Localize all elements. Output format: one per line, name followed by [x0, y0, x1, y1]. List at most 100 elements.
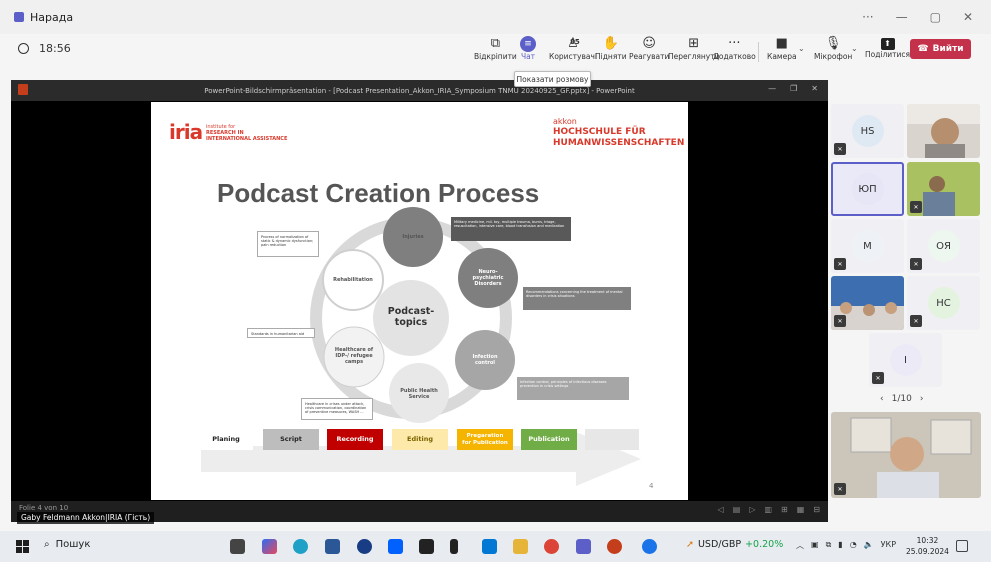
shield-icon — [18, 43, 29, 54]
chrome-icon[interactable] — [544, 539, 559, 554]
people-label: Користувачі — [549, 52, 598, 61]
avatar: НС — [927, 287, 960, 319]
minimize-icon[interactable]: — — [896, 10, 908, 24]
close-icon[interactable]: ✕ — [963, 10, 973, 24]
leave-button[interactable]: ☎ Вийти — [910, 39, 971, 59]
powerpoint-taskbar-icon[interactable] — [607, 539, 622, 554]
next-page-icon[interactable]: › — [920, 394, 924, 404]
notification-icon[interactable] — [956, 540, 968, 552]
windows-taskbar: ⌕ Пошук ➚ USD/GBP +0.20% ︿ ▣ ⧉ ▮ ◔ 🔈 УКР — [0, 531, 991, 562]
people-button[interactable]: ♙ 85 Користувачі — [549, 36, 597, 68]
edge-icon[interactable] — [293, 539, 308, 554]
participant-tile[interactable]: НС ✕ — [907, 276, 980, 330]
view-button[interactable]: ⊞ Переглянути — [668, 36, 719, 68]
dropbox-icon[interactable] — [388, 539, 403, 554]
chat-label: Чат — [520, 52, 536, 61]
step-recording: Recording — [327, 429, 383, 450]
microphone-label: Мікрофон — [814, 52, 853, 61]
clock[interactable]: 10:32 25.09.2024 — [906, 535, 949, 557]
powerpoint-titlebar: PowerPoint-Bildschirmpräsentation - [Pod… — [11, 80, 828, 101]
node-label-injuries: Injuries — [402, 234, 424, 240]
unpin-label: Відкріпити — [474, 52, 517, 61]
stock-ticker[interactable]: ➚ USD/GBP +0.20% — [686, 539, 783, 550]
powerpoint-window-title: PowerPoint-Bildschirmpräsentation - [Pod… — [204, 86, 635, 95]
mic-muted-icon: ✕ — [834, 315, 846, 327]
app-icon[interactable] — [419, 539, 434, 554]
chevron-up-icon[interactable]: ︿ — [796, 540, 804, 551]
participant-count: 85 — [570, 38, 580, 46]
participant-tile[interactable]: І ✕ — [869, 333, 942, 387]
language-indicator[interactable]: УКР — [881, 540, 896, 551]
wifi-icon[interactable]: ◔ — [850, 540, 857, 551]
node-label-public-health: Public Health Service — [400, 388, 438, 400]
file-explorer-icon[interactable] — [513, 539, 528, 554]
mic-options-chevron-icon[interactable]: ⌄ — [851, 44, 858, 53]
tray-app-icon[interactable]: ▣ — [811, 540, 819, 551]
system-tray: ︿ ▣ ⧉ ▮ ◔ 🔈 УКР — [796, 540, 896, 551]
more-actions-button[interactable]: ··· Додатково — [713, 36, 756, 68]
copilot-icon[interactable] — [262, 539, 277, 554]
share-label: Поділитися — [865, 50, 911, 59]
close-icon: ✕ — [811, 84, 818, 93]
search-label: Пошук — [55, 539, 91, 550]
center-label: Podcast- topics — [387, 306, 435, 328]
clock-time: 10:32 — [916, 536, 939, 545]
task-view-icon[interactable] — [230, 539, 245, 554]
participant-tile[interactable]: ОЯ ✕ — [907, 219, 980, 273]
note-public-health: Healthcare in crises under attack, crisi… — [301, 398, 373, 420]
tray-app-icon[interactable]: ⧉ — [826, 540, 832, 551]
participant-tile-selected[interactable]: ЮП — [831, 162, 904, 216]
slideshow-icon: ⊟ — [813, 505, 820, 514]
participant-tile[interactable]: HS ✕ — [831, 104, 904, 158]
next-slide-icon: ▷ — [749, 505, 756, 514]
mail-icon[interactable] — [482, 539, 497, 554]
app-icon[interactable] — [450, 539, 458, 554]
taskbar-search[interactable]: ⌕ Пошук — [44, 539, 90, 550]
battery-icon[interactable]: ▮ — [838, 540, 842, 551]
chat-icon: ≡ — [520, 36, 536, 52]
avatar: ОЯ — [927, 230, 960, 262]
share-button[interactable]: ⬆ Поділитися — [865, 36, 910, 68]
note-idp: Standards in humanitarian aid — [247, 328, 315, 338]
camera-button[interactable]: ■ Камера — [767, 36, 797, 68]
hand-icon: ✋ — [602, 36, 619, 51]
participant-tile[interactable]: M ✕ — [831, 219, 904, 273]
volume-icon[interactable]: 🔈 — [864, 540, 874, 551]
window-title: Нарада — [30, 10, 74, 24]
more-actions-label: Додатково — [713, 52, 756, 61]
reading-view-icon: ▦ — [796, 505, 805, 514]
node-label-neuro: Neuro- psychiatric Disorders — [472, 269, 504, 287]
participant-video[interactable]: ✕ — [831, 276, 904, 330]
react-button[interactable]: ☺ Реагувати — [629, 36, 669, 68]
teams-taskbar-icon[interactable] — [576, 539, 591, 554]
app-icon[interactable] — [357, 539, 372, 554]
microphone-button[interactable]: 🎙 Мікрофон — [814, 36, 852, 68]
unpin-button[interactable]: ⧉ Відкріпити — [474, 36, 517, 68]
share-icon: ⬆ — [880, 38, 895, 50]
node-label-idp: Healthcare of IDP-/ refugee camps — [334, 347, 374, 365]
camera-label: Камера — [767, 52, 797, 61]
note-injuries: Military medicine, mil. toy, multiple tr… — [454, 220, 565, 228]
toolbar-divider — [758, 42, 759, 62]
slide-counter: Folie 4 von 10 — [19, 504, 69, 512]
more-options-icon[interactable]: ··· — [862, 10, 873, 24]
chat-button[interactable]: ≡ Чат — [520, 36, 536, 68]
raise-hand-label: Підняти — [595, 52, 627, 61]
self-video[interactable]: ✕ — [831, 412, 981, 498]
app-icon[interactable] — [642, 539, 657, 554]
mic-muted-icon: ✕ — [834, 258, 846, 270]
calendar-app-icon[interactable] — [325, 539, 340, 554]
mic-muted-icon: 🎙 — [824, 36, 842, 51]
node-label-infection: Infection control — [472, 354, 498, 366]
camera-icon: ■ — [775, 36, 788, 51]
maximize-icon[interactable]: ▢ — [930, 10, 941, 24]
camera-options-chevron-icon[interactable]: ⌄ — [798, 44, 805, 53]
participant-video[interactable]: ✕ — [907, 162, 980, 216]
raise-hand-button[interactable]: ✋ Підняти — [595, 36, 627, 68]
node-label-rehab: Rehabilitation — [333, 277, 373, 283]
mic-muted-icon: ✕ — [910, 201, 922, 213]
ticker-change: +0.20% — [745, 539, 784, 550]
prev-page-icon[interactable]: ‹ — [880, 394, 884, 404]
windows-start-icon[interactable] — [16, 540, 29, 553]
participant-video[interactable] — [907, 104, 980, 158]
